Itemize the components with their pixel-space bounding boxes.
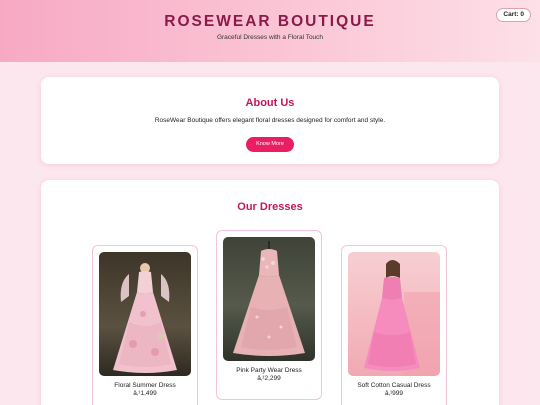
soft-cotton-casual-dress-photo[interactable] [348,252,440,376]
dress-card-pink-party[interactable]: Pink Party Wear Dress â‚¹2,299 [216,230,322,400]
brand-title: ROSEWEAR BOUTIQUE [164,13,376,30]
dresses-title: Our Dresses [237,201,303,213]
dress-price: â‚¹2,299 [257,375,281,382]
floral-summer-dress-photo[interactable] [99,252,191,376]
dresses-section: Our Dresses Floral Summer Dress â‚¹1,499 [41,180,499,405]
about-title: About Us [245,97,295,109]
site-header: ROSEWEAR BOUTIQUE Graceful Dresses with … [0,0,540,62]
dress-price: â‚¹1,499 [133,390,157,397]
dress-name: Pink Party Wear Dress [236,367,302,374]
brand-tagline: Graceful Dresses with a Floral Touch [216,34,324,41]
about-description: RoseWear Boutique offers elegant floral … [154,117,386,124]
dress-price: â‚¹999 [384,390,404,397]
dress-card-soft-cotton[interactable]: Soft Cotton Casual Dress â‚¹999 [341,245,447,405]
pink-party-wear-dress-photo[interactable] [223,237,315,361]
dress-name: Floral Summer Dress [114,382,176,389]
about-section: About Us RoseWear Boutique offers elegan… [41,77,499,164]
dress-card-floral-summer[interactable]: Floral Summer Dress â‚¹1,499 [92,245,198,405]
cart-button[interactable]: Cart: 0 [496,8,531,22]
dress-name: Soft Cotton Casual Dress [357,382,431,389]
know-more-button[interactable]: Know More [246,137,294,152]
